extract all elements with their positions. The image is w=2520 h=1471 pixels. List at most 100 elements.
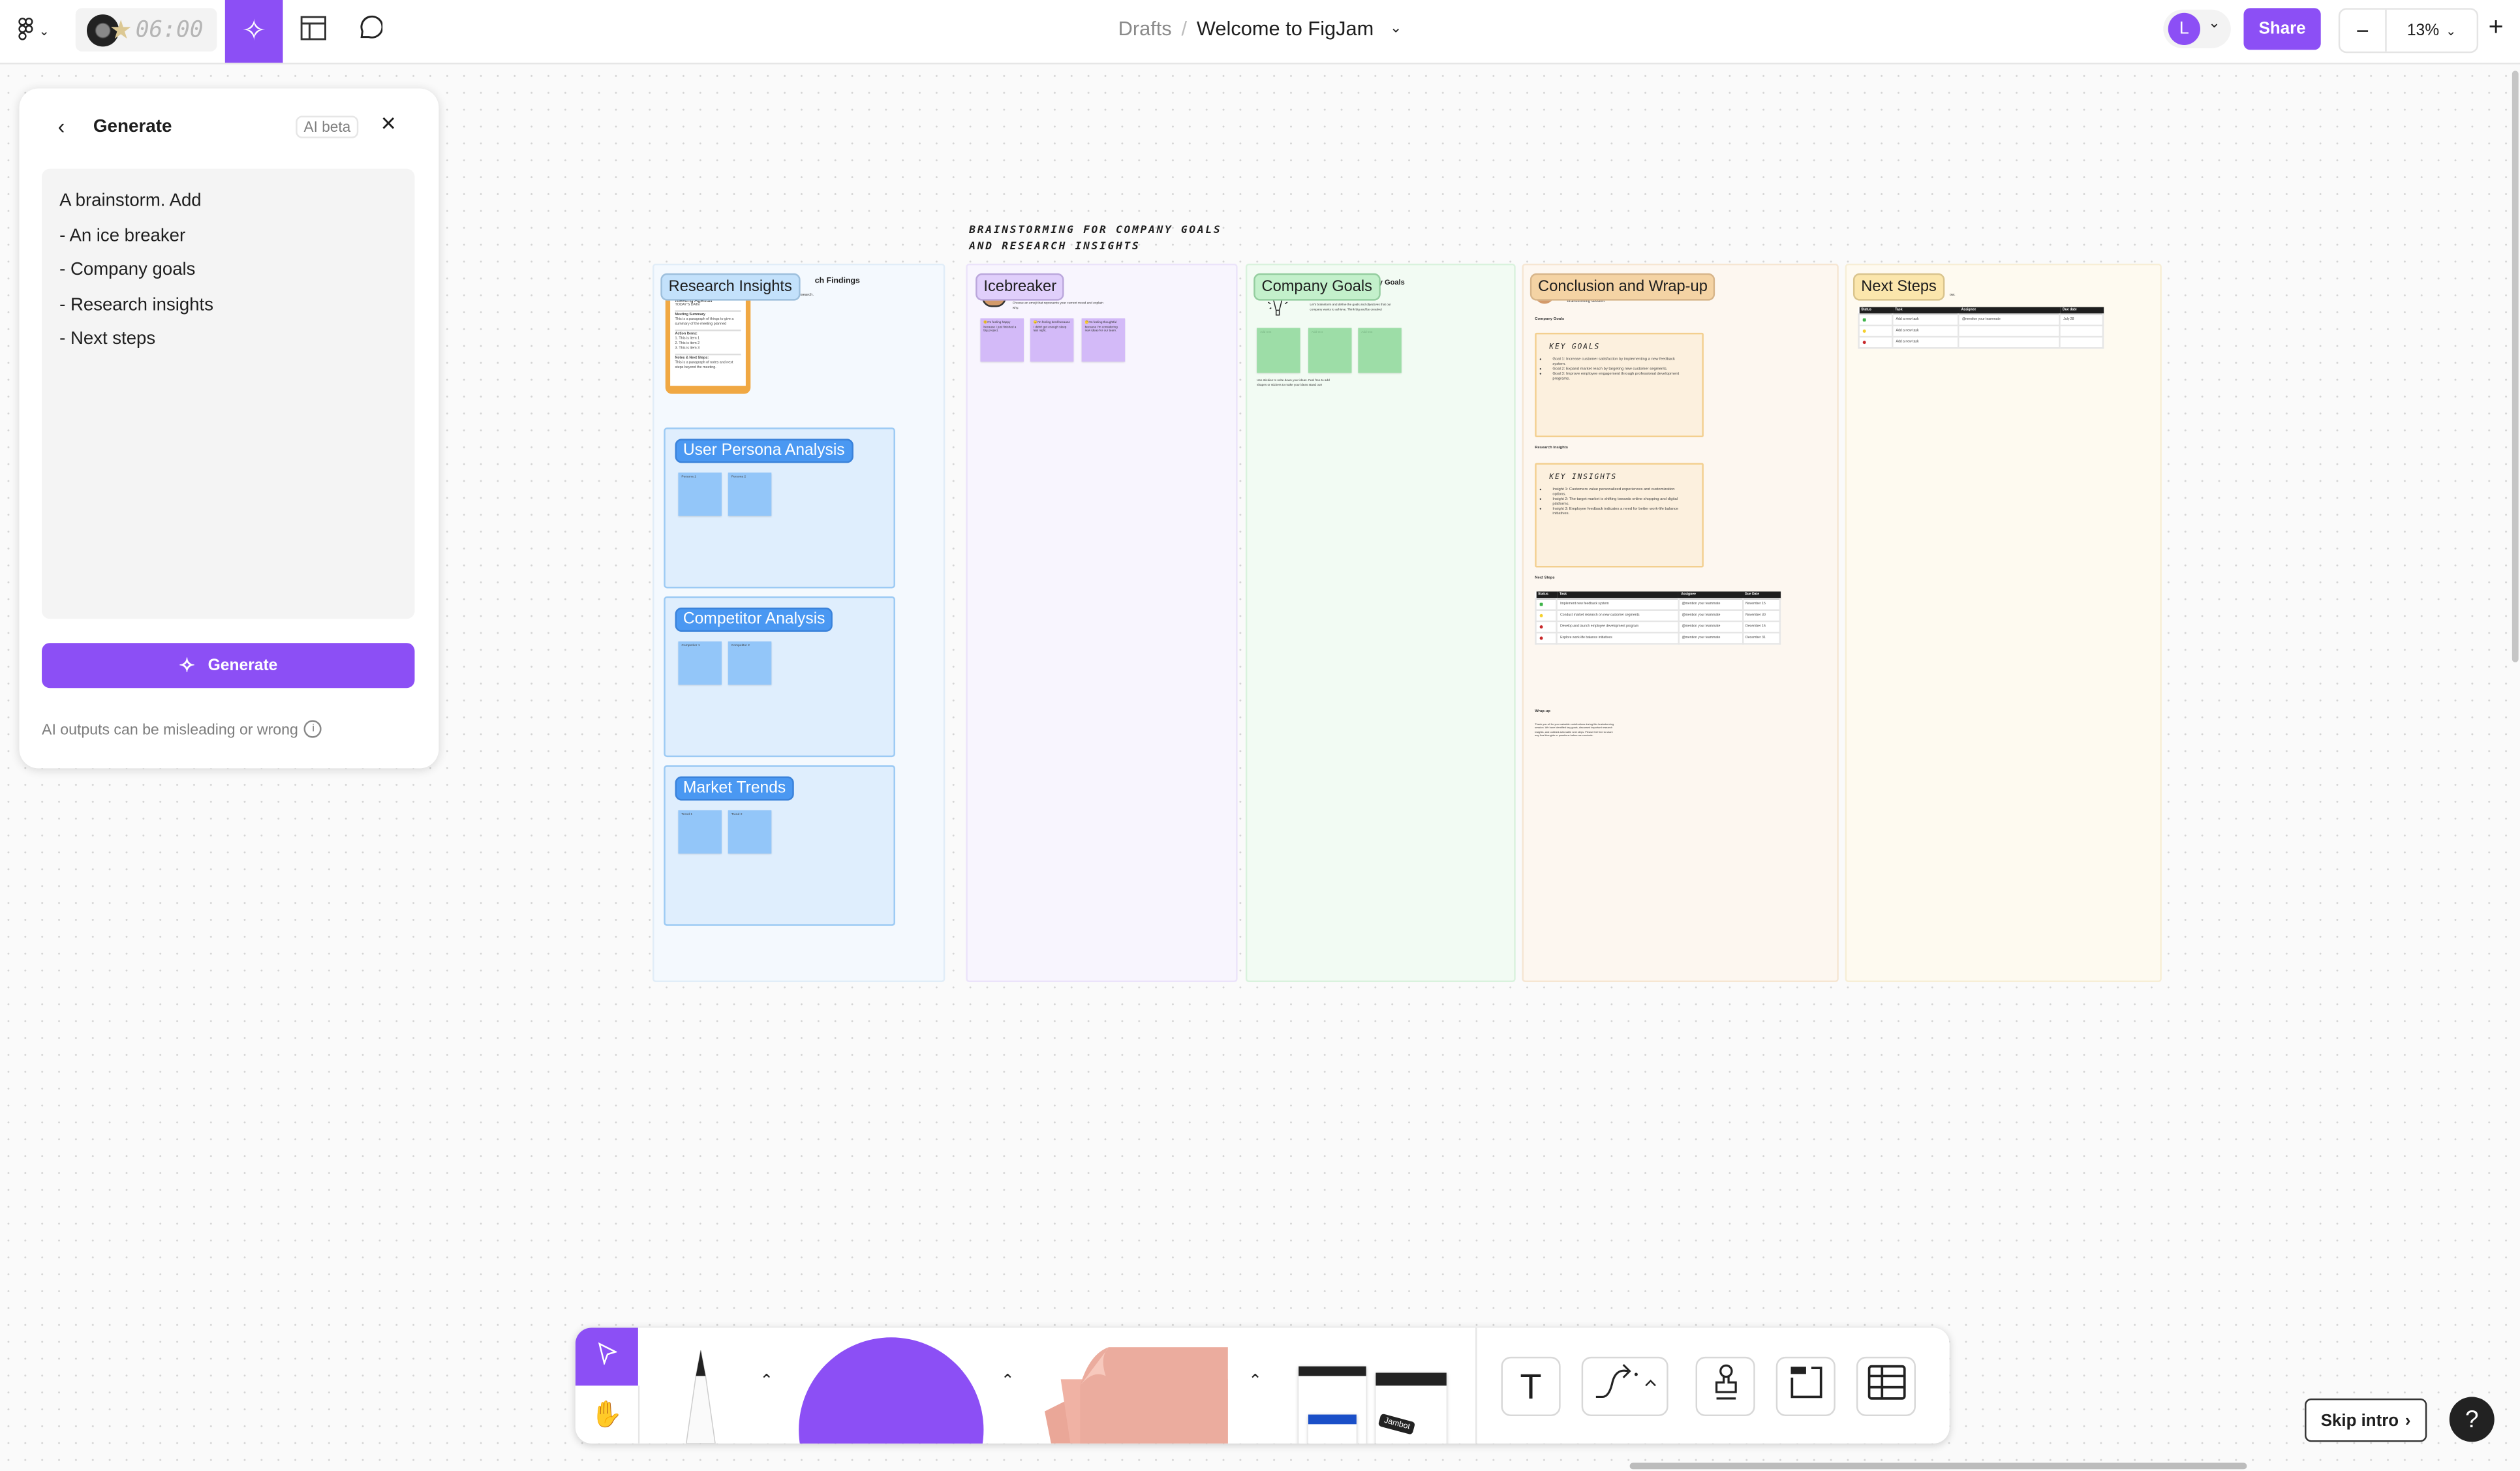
help-button[interactable]: ? <box>2449 1397 2495 1442</box>
status-cell[interactable] <box>1535 632 1558 645</box>
task-cell[interactable]: Add a new task <box>1892 336 1960 350</box>
sticky-note[interactable]: Add text <box>1358 328 1402 373</box>
status-cell[interactable] <box>1535 621 1558 634</box>
sticky-note[interactable]: Competitor 1 <box>678 641 722 685</box>
assignee-cell[interactable] <box>1958 336 2061 350</box>
file-name[interactable]: Welcome to FigJam <box>1197 17 1374 39</box>
sticky-note-tool[interactable] <box>1041 1346 1235 1444</box>
key-goals-card[interactable]: KEY GOALS Goal 1: Increase customer sati… <box>1535 332 1704 437</box>
table-row[interactable]: Implement new feedback system @mention yo… <box>1535 598 1781 612</box>
due-cell[interactable] <box>2059 336 2104 350</box>
generate-button[interactable]: ✧ Generate <box>42 643 415 689</box>
status-cell[interactable] <box>1535 598 1558 612</box>
sticky-note[interactable]: 🤔I'm feeling thoughtful because I'm cons… <box>1081 318 1126 362</box>
section-tool[interactable] <box>1775 1356 1836 1416</box>
sticky-note[interactable]: Add text <box>1257 328 1300 373</box>
user-menu[interactable]: L ⌄ <box>2163 9 2231 48</box>
skip-intro-button[interactable]: Skip intro › <box>2305 1398 2427 1442</box>
table-row[interactable]: Conduct market research on new customer … <box>1535 610 1781 623</box>
status-cell[interactable] <box>1535 610 1558 623</box>
task-cell[interactable]: Conduct market research on new customer … <box>1556 610 1680 623</box>
due-cell[interactable]: July 28 <box>2059 314 2104 327</box>
zoom-in-button[interactable]: + <box>2480 8 2512 50</box>
horizontal-scrollbar[interactable] <box>1629 1463 2247 1470</box>
task-cell[interactable]: Add a new task <box>1892 325 1960 339</box>
sticky-note[interactable]: Add text <box>1308 328 1352 373</box>
subsection-user-persona-analysis[interactable]: User Persona Analysis Persona 1 Persona … <box>664 427 895 589</box>
vertical-scrollbar[interactable] <box>2512 70 2519 662</box>
assignee-cell[interactable] <box>1958 325 2061 339</box>
sticky-note[interactable]: Persona 2 <box>728 472 772 516</box>
bottom-toolbar: ✋ ⌃ ⌃ ⌃ Jambot T <box>575 1327 1950 1444</box>
table-row[interactable]: Develop and launch employee development … <box>1535 621 1781 634</box>
hand-tool[interactable]: ✋ <box>576 1386 640 1444</box>
connector-tool[interactable] <box>1581 1356 1668 1416</box>
close-button[interactable]: × <box>381 111 396 140</box>
section-label-next-steps[interactable]: Next Steps <box>1852 273 1945 301</box>
avatar[interactable]: L <box>2168 12 2200 45</box>
main-menu-button[interactable]: ⌄ <box>10 0 58 63</box>
task-cell[interactable]: Explore work-life balance initiatives <box>1556 632 1680 645</box>
due-cell[interactable]: November 30 <box>1741 610 1781 623</box>
table-row[interactable]: Add a new task <box>1858 336 2104 350</box>
due-cell[interactable] <box>2059 325 2104 339</box>
task-cell[interactable]: Add a new task <box>1892 314 1960 327</box>
stamp-tool[interactable] <box>1695 1356 1755 1416</box>
sticky-options-button[interactable]: ⌃ <box>1244 1370 1266 1392</box>
status-cell[interactable] <box>1858 314 1894 327</box>
shape-tool[interactable] <box>799 1337 984 1444</box>
section-label-company-goals[interactable]: Company Goals <box>1253 273 1381 301</box>
assignee-cell[interactable]: @mention your teammate <box>1678 610 1744 623</box>
prompt-textarea[interactable]: A brainstorm. Add - An ice breaker - Com… <box>42 168 415 619</box>
comments-button[interactable] <box>352 0 387 63</box>
marker-options-button[interactable]: ⌃ <box>756 1370 778 1392</box>
ai-generate-tool[interactable]: ✧ <box>224 0 283 63</box>
assignee-cell[interactable]: @mention your teammate <box>1678 621 1744 634</box>
subsection-competitor-analysis[interactable]: Competitor Analysis Competitor 1 Competi… <box>664 596 895 758</box>
assignee-cell[interactable]: @mention your teammate <box>1678 632 1744 645</box>
due-cell[interactable]: December 31 <box>1741 632 1781 645</box>
sticky-note[interactable]: Persona 1 <box>678 472 722 516</box>
templates-tool[interactable]: Jambot <box>1295 1363 1448 1444</box>
assignee-cell[interactable]: @mention your teammate <box>1678 598 1744 612</box>
zoom-level-dropdown[interactable]: 13% ⌄ <box>2387 10 2477 52</box>
status-cell[interactable] <box>1858 336 1894 350</box>
section-next-steps[interactable] <box>1845 263 2162 982</box>
table-row[interactable]: Add a new task @mention your teammate July… <box>1858 314 2104 327</box>
next-steps-table[interactable]: Status Task Assignee Due date Add a new task… <box>1858 307 2104 350</box>
section-label-conclusion[interactable]: Conclusion and Wrap-up <box>1529 273 1716 301</box>
shape-options-button[interactable]: ⌃ <box>996 1370 1019 1392</box>
chevron-down-icon[interactable]: ⌄ <box>1390 20 1402 37</box>
section-icebreaker[interactable] <box>966 263 1238 982</box>
sticky-note[interactable]: 😴I'm feeling tired because I didn't get … <box>1030 318 1074 362</box>
key-insights-card[interactable]: KEY INSIGHTS Insight 1: Customers value … <box>1535 463 1704 568</box>
sticky-note[interactable]: Trend 1 <box>678 810 722 854</box>
table-row[interactable]: Add a new task <box>1858 325 2104 339</box>
section-label-icebreaker[interactable]: Icebreaker <box>976 273 1065 301</box>
timer-widget[interactable]: ★ 06:00 <box>75 8 217 52</box>
share-button[interactable]: Share <box>2243 8 2321 50</box>
meeting-agenda-card[interactable]: Meeting Agenda TODAY'S DATE Meeting Summ… <box>665 294 751 394</box>
table-row[interactable]: Explore work-life balance initiatives @me… <box>1535 632 1781 645</box>
assignee-cell[interactable]: @mention your teammate <box>1958 314 2061 327</box>
sticky-note[interactable]: 😊I'm feeling happy because I just finish… <box>980 318 1024 362</box>
zoom-out-button[interactable]: − <box>2340 9 2387 52</box>
breadcrumb-drafts[interactable]: Drafts <box>1118 17 1172 39</box>
select-tool[interactable] <box>575 1327 638 1386</box>
text-tool[interactable]: T <box>1501 1356 1561 1416</box>
due-cell[interactable]: November 15 <box>1741 598 1781 612</box>
due-cell[interactable]: December 15 <box>1741 621 1781 634</box>
status-cell[interactable] <box>1858 325 1894 339</box>
section-label-research-insights[interactable]: Research Insights <box>660 273 801 301</box>
sticky-note[interactable]: Competitor 2 <box>728 641 772 685</box>
marker-tool[interactable] <box>672 1349 730 1444</box>
info-icon[interactable]: i <box>304 720 322 738</box>
conclusion-next-steps-table[interactable]: Status Task Assignee Due Date Implement new … <box>1535 591 1781 645</box>
task-cell[interactable]: Implement new feedback system <box>1556 598 1680 612</box>
task-cell[interactable]: Develop and launch employee development … <box>1556 621 1680 634</box>
subsection-market-trends[interactable]: Market Trends Trend 1 Trend 2 <box>664 765 895 926</box>
back-button[interactable]: ‹ <box>58 114 65 138</box>
table-tool[interactable] <box>1856 1356 1916 1416</box>
sticky-note[interactable]: Trend 2 <box>728 810 772 854</box>
templates-button[interactable] <box>296 0 331 63</box>
